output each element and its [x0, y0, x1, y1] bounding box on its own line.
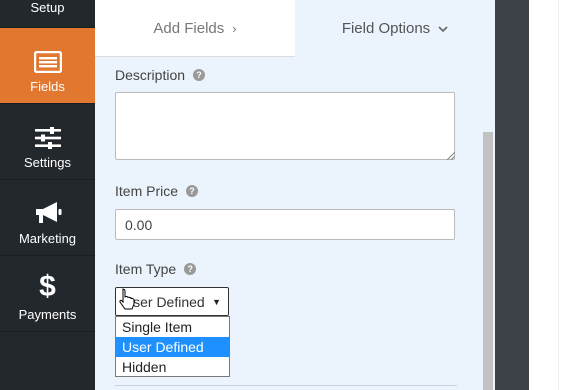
chevron-right-icon: › [232, 20, 237, 36]
item-type-label-row: Item Type ? [115, 261, 197, 277]
description-label: Description [115, 67, 186, 83]
form-builder-window: Setup Fields Settings Marketing $ Paymen… [0, 0, 562, 390]
tab-label: Field Options [341, 20, 431, 37]
field-options-content: Description ? Item Price ? 0.00 Item Typ… [95, 57, 481, 390]
resize-grip-icon[interactable] [447, 152, 455, 160]
chevron-down-icon [438, 21, 448, 36]
sidebar-item-setup[interactable]: Setup [0, 0, 95, 28]
help-icon[interactable]: ? [193, 69, 206, 81]
item-type-label: Item Type [115, 261, 177, 277]
panel-scrollbar-thumb[interactable] [483, 132, 493, 390]
sidebar-item-label: Settings [24, 155, 71, 170]
fields-list-icon [33, 51, 62, 73]
builder-sidebar: Setup Fields Settings Marketing $ Paymen… [0, 0, 95, 390]
tab-field-options[interactable]: Field Options [295, 0, 495, 57]
sidebar-item-marketing[interactable]: Marketing [0, 180, 95, 256]
item-price-value: 0.00 [125, 216, 153, 233]
megaphone-icon [33, 201, 63, 225]
item-type-option-hidden[interactable]: Hidden [116, 357, 229, 377]
description-label-row: Description ? [115, 67, 206, 83]
item-price-input[interactable]: 0.00 [115, 209, 455, 240]
help-icon[interactable]: ? [186, 185, 199, 197]
sidebar-item-label: Setup [30, 0, 65, 15]
item-type-option-user-defined[interactable]: User Defined [116, 337, 229, 357]
sidebar-item-payments[interactable]: $ Payments [0, 256, 95, 332]
item-price-label-row: Item Price ? [115, 183, 199, 199]
item-type-option-single[interactable]: Single Item [116, 317, 229, 337]
dollar-icon: $ [39, 270, 56, 303]
item-price-label: Item Price [115, 183, 179, 199]
preview-border [558, 0, 559, 390]
sidebar-item-label: Payments [18, 307, 77, 322]
panel-divider-strip [495, 0, 529, 390]
section-divider [115, 385, 457, 386]
tab-label: Add Fields [153, 19, 225, 37]
help-icon[interactable]: ? [184, 263, 197, 275]
field-options-panel: Add Fields › Field Options Description ?… [95, 0, 495, 390]
dropdown-arrow-icon: ▼ [212, 296, 221, 307]
mouse-pointer-icon [119, 288, 135, 310]
panel-tabs: Add Fields › Field Options [95, 0, 495, 57]
item-type-selected-value: User Defined [123, 293, 205, 310]
item-type-dropdown-list: Single Item User Defined Hidden [115, 316, 230, 377]
sidebar-item-label: Fields [30, 79, 65, 94]
sliders-icon [34, 127, 61, 149]
description-textarea[interactable] [115, 92, 455, 160]
sidebar-item-label: Marketing [18, 231, 77, 246]
sidebar-item-fields[interactable]: Fields [0, 28, 95, 104]
sidebar-item-settings[interactable]: Settings [0, 104, 95, 180]
tab-add-fields[interactable]: Add Fields › [95, 0, 295, 57]
